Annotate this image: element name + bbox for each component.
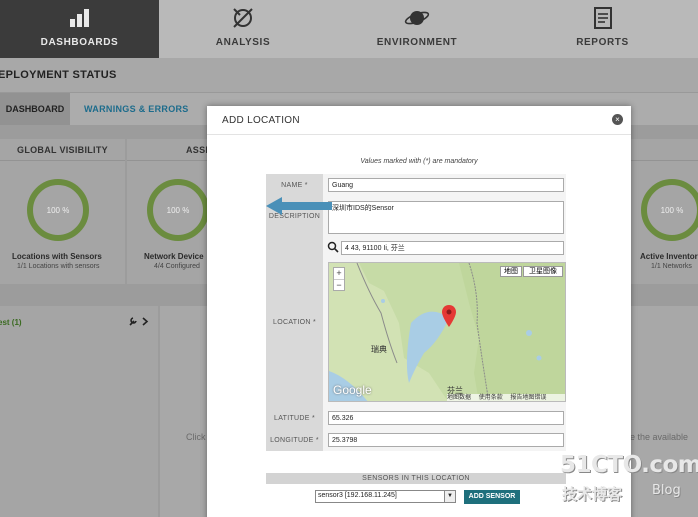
nav-tab-reports[interactable]: REPORTS <box>507 0 698 58</box>
zoom-out-button[interactable]: − <box>334 279 344 291</box>
nav-tab-analysis[interactable]: ANALYSIS <box>159 0 327 58</box>
map-view[interactable]: + − 地图 卫星图像 瑞典 芬兰 Google 地图数据 使用条款 报告地图错… <box>328 262 566 402</box>
annotation-arrow-icon <box>266 197 332 215</box>
field-label: LONGITUDE * <box>266 429 323 451</box>
form-row-latitude: LATITUDE * 65.326 <box>266 407 566 429</box>
search-icon <box>327 241 339 253</box>
tab-dashboard[interactable]: DASHBOARD <box>0 93 70 125</box>
nav-tab-label: ENVIRONMENT <box>376 37 458 48</box>
mandatory-note: Values marked with (*) are mandatory <box>360 158 478 165</box>
click-hint: Click <box>186 432 206 442</box>
widget-header <box>631 139 698 161</box>
field-label: NAME * <box>266 174 323 196</box>
sensor-select-value: sensor3 [192.168.11.245] <box>318 492 397 499</box>
panel-tools <box>128 316 150 330</box>
longitude-field[interactable]: 25.3798 <box>328 433 564 447</box>
widget-sub: 1/1 Networks <box>651 263 692 270</box>
tab-warnings-errors[interactable]: WARNINGS & ERRORS <box>84 93 189 125</box>
planet-icon <box>404 11 430 25</box>
watermark-main: 51CTO.com <box>560 452 698 478</box>
watermark: 51CTO.com 技术博客 Blog <box>560 452 698 512</box>
available-hint: e the available <box>630 432 689 442</box>
satellite-icon <box>233 8 253 28</box>
widget-header: GLOBAL VISIBILITY <box>0 139 125 161</box>
ring-percent: 100 % <box>166 205 190 215</box>
form-row-location: LOCATION * 4 43, 91100 Ii, 芬兰 + − 地图 卫星图… <box>266 237 566 407</box>
widget-inventory[interactable]: 100 % Active Inventor 1/1 Networks <box>631 139 698 284</box>
status-header: EPLOYMENT STATUS <box>0 58 698 92</box>
widget-label: Active Inventor <box>640 252 698 261</box>
widget-label: Locations with Sensors <box>12 252 102 261</box>
widget-assets[interactable]: ASSE 100 % Network Device 4/4 Configured <box>127 139 211 284</box>
nav-tab-label: ANALYSIS <box>215 37 271 48</box>
form-row-longitude: LONGITUDE * 25.3798 <box>266 429 566 451</box>
nav-tab-environment[interactable]: ENVIRONMENT <box>327 0 507 58</box>
sensor-select[interactable]: sensor3 [192.168.11.245] ▼ <box>315 490 456 503</box>
chevron-down-icon: ▼ <box>444 491 455 502</box>
map-report-link[interactable]: 报告地图错误 <box>510 395 546 401</box>
field-label: LOCATION * <box>266 237 323 407</box>
watermark-blog: Blog <box>652 483 681 498</box>
map-canvas <box>329 263 565 401</box>
dialog-title: ADD LOCATION <box>222 115 300 126</box>
left-panel: est (1) <box>0 306 158 517</box>
widget-global-visibility[interactable]: GLOBAL VISIBILITY 100 % Locations with S… <box>0 139 125 284</box>
nav-tab-dashboards[interactable]: DASHBOARDS <box>0 0 159 58</box>
map-type-satellite[interactable]: 卫星图像 <box>523 266 563 277</box>
map-pin-icon[interactable] <box>442 305 456 327</box>
ring-percent: 100 % <box>660 205 684 215</box>
google-logo: Google <box>333 383 372 397</box>
panel-title: est (1) <box>0 318 22 327</box>
close-icon[interactable]: × <box>612 114 623 125</box>
map-type-map[interactable]: 地图 <box>500 266 522 277</box>
wrench-icon[interactable] <box>129 317 137 326</box>
chevron-right-icon[interactable] <box>142 317 149 326</box>
description-field[interactable]: 深圳市IDS的Sensor <box>328 201 564 234</box>
watermark-sub: 技术博客 <box>562 485 623 503</box>
divider <box>207 134 631 135</box>
form-row-name: NAME * Guang <box>266 174 566 196</box>
widget-label: Network Device <box>144 252 204 261</box>
ring-percent: 100 % <box>46 205 70 215</box>
nav-tab-label: DASHBOARDS <box>40 37 119 48</box>
page-title: EPLOYMENT STATUS <box>0 69 117 81</box>
widget-sub: 4/4 Configured <box>154 263 200 270</box>
field-label: LATITUDE * <box>266 407 323 429</box>
sensors-header: SENSORS IN THIS LOCATION <box>266 473 566 484</box>
widget-sub: 1/1 Locations with sensors <box>17 263 100 270</box>
nav-tab-label: REPORTS <box>576 37 629 48</box>
progress-ring: 100 % <box>641 179 698 241</box>
name-field[interactable]: Guang <box>328 178 564 192</box>
top-nav: DASHBOARDS ANALYSIS ENVIRONMENT REPORTS <box>0 0 698 58</box>
bar-chart-icon <box>69 9 89 27</box>
map-footer: 地图数据 使用条款 报告地图错误 <box>447 394 565 401</box>
add-sensor-button[interactable]: ADD SENSOR <box>464 490 520 504</box>
location-search-input[interactable]: 4 43, 91100 Ii, 芬兰 <box>341 241 564 255</box>
progress-ring: 100 % <box>27 179 89 241</box>
report-icon <box>593 7 612 29</box>
map-data-link[interactable]: 地图数据 <box>447 395 471 401</box>
latitude-field[interactable]: 65.326 <box>328 411 564 425</box>
zoom-controls: + − <box>333 267 345 291</box>
widget-header: ASSE <box>127 139 211 161</box>
map-label-sweden: 瑞典 <box>371 345 387 354</box>
progress-ring: 100 % <box>147 179 209 241</box>
zoom-in-button[interactable]: + <box>334 268 344 279</box>
map-terms-link[interactable]: 使用条款 <box>479 395 503 401</box>
